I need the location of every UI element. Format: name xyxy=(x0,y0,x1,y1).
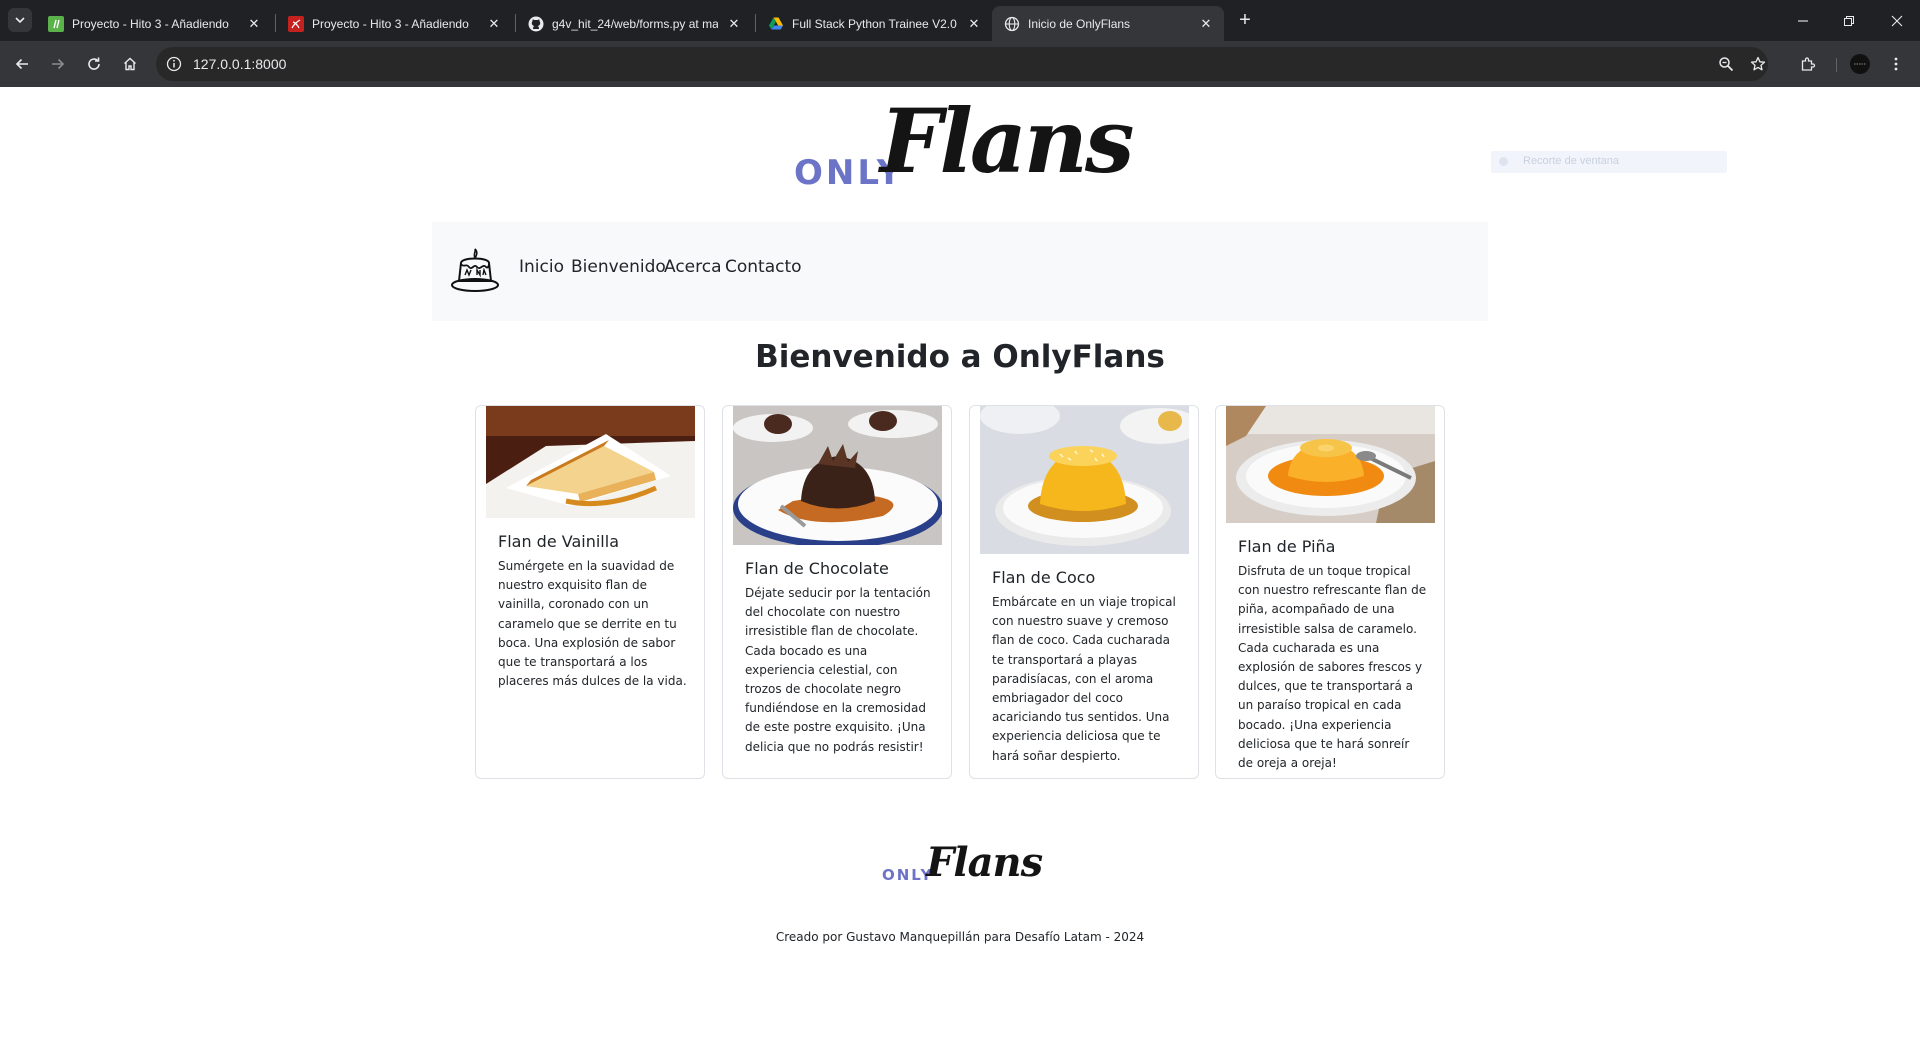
url-text[interactable]: 127.0.0.1:8000 xyxy=(193,47,286,81)
page-title: Bienvenido a OnlyFlans xyxy=(755,339,1165,375)
footer-logo: ONLY Flans xyxy=(882,839,1043,892)
close-window-button[interactable] xyxy=(1874,0,1920,41)
close-icon[interactable]: ✕ xyxy=(1198,16,1214,32)
browser-tab[interactable]: g4v_hit_24/web/forms.py at ma ✕ xyxy=(516,6,752,41)
nav-link-acerca[interactable]: Acerca xyxy=(664,257,722,277)
card-description: Embárcate en un viaje tropical con nuest… xyxy=(992,595,1176,763)
card-description: Disfruta de un toque tropical con nuestr… xyxy=(1238,564,1427,771)
browser-tab[interactable]: Full Stack Python Trainee V2.0 ✕ xyxy=(756,6,992,41)
home-button[interactable] xyxy=(116,50,144,78)
flan-chocolate-image xyxy=(733,406,942,545)
browser-tab[interactable]: Proyecto - Hito 3 - Añadiendo ✕ xyxy=(36,6,272,41)
tab-title: g4v_hit_24/web/forms.py at ma xyxy=(552,16,718,31)
bookmark-star-icon[interactable] xyxy=(1746,52,1770,76)
new-tab-button[interactable]: + xyxy=(1232,8,1258,34)
tab-title: Proyecto - Hito 3 - Añadiendo xyxy=(72,16,229,31)
globe-icon xyxy=(1004,16,1020,32)
browser-tab-active[interactable]: Inicio de OnlyFlans ✕ xyxy=(992,6,1224,41)
tab-title: Proyecto - Hito 3 - Añadiendo xyxy=(312,16,469,31)
reload-button[interactable] xyxy=(80,50,108,78)
back-button[interactable] xyxy=(8,50,36,78)
browser-tab-strip: Proyecto - Hito 3 - Añadiendo ✕ Proyecto… xyxy=(0,0,1920,41)
flan-pina-image xyxy=(1226,406,1435,523)
site-navbar: Inicio Bienvenido Acerca Contacto xyxy=(432,222,1488,321)
forward-button[interactable] xyxy=(44,50,72,78)
restore-button[interactable] xyxy=(1826,0,1872,41)
card-title: Flan de Piña xyxy=(1238,537,1336,556)
chevron-down-icon xyxy=(15,17,25,24)
footer-credit: Creado por Gustavo Manquepillán para Des… xyxy=(775,930,1145,944)
toolbar-divider xyxy=(1836,58,1837,72)
flan-brand-icon[interactable] xyxy=(450,246,500,294)
browser-toolbar: 127.0.0.1:8000 xyxy=(0,41,1920,87)
menu-kebab-icon[interactable] xyxy=(1884,52,1908,76)
site-logo[interactable]: ONLY Flans xyxy=(790,89,1134,199)
reload-icon xyxy=(88,57,100,70)
close-icon xyxy=(1891,15,1903,26)
nav-link-bienvenido[interactable]: Bienvenido xyxy=(571,257,666,277)
logo-flans-text: Flans xyxy=(880,89,1134,193)
card-title: Flan de Vainilla xyxy=(498,532,619,551)
card-title: Flan de Chocolate xyxy=(745,559,889,578)
close-icon[interactable]: ✕ xyxy=(966,16,982,32)
flan-coco-image xyxy=(980,406,1189,554)
address-bar[interactable]: 127.0.0.1:8000 xyxy=(156,47,1768,81)
close-icon[interactable]: ✕ xyxy=(726,16,742,32)
nav-link-inicio[interactable]: Inicio xyxy=(519,257,564,277)
flan-card: Flan de Vainilla Sumérgete en la suavida… xyxy=(475,405,705,779)
github-icon xyxy=(528,16,544,32)
snipping-overlay-label: Recorte de ventana xyxy=(1523,155,1620,167)
web-page: ONLY Flans Recorte de ventana Inicio Bie… xyxy=(0,87,1920,1040)
flan-vainilla-image xyxy=(486,406,695,518)
minimize-icon xyxy=(1798,19,1808,22)
close-icon[interactable]: ✕ xyxy=(246,16,262,32)
profile-avatar-icon[interactable] xyxy=(1848,52,1872,76)
card-description: Sumérgete en la suavidad de nuestro exqu… xyxy=(498,559,687,689)
tab-search-button[interactable] xyxy=(8,8,32,32)
pdf-icon xyxy=(288,15,304,32)
card-description: Déjate seducir por la tentación del choc… xyxy=(745,586,931,754)
tab-title: Full Stack Python Trainee V2.0 xyxy=(792,16,957,31)
flan-card: Flan de Chocolate Déjate seducir por la … xyxy=(722,405,952,779)
flan-card: Flan de Piña Disfruta de un toque tropic… xyxy=(1215,405,1445,779)
google-drive-icon xyxy=(768,16,784,32)
close-icon[interactable]: ✕ xyxy=(486,16,502,32)
arrow-right-icon xyxy=(52,58,65,70)
tab-title: Inicio de OnlyFlans xyxy=(1028,16,1131,31)
green-app-icon xyxy=(48,15,64,32)
footer-logo-flans-text: Flans xyxy=(926,839,1043,886)
restore-icon xyxy=(1844,15,1854,26)
zoom-icon[interactable] xyxy=(1714,52,1738,76)
nav-link-contacto[interactable]: Contacto xyxy=(725,257,802,277)
minimize-button[interactable] xyxy=(1780,0,1826,41)
site-info-icon[interactable] xyxy=(166,56,182,77)
record-dot-icon xyxy=(1499,157,1508,166)
arrow-left-icon xyxy=(15,58,28,70)
card-title: Flan de Coco xyxy=(992,568,1096,587)
browser-tab[interactable]: Proyecto - Hito 3 - Añadiendo ✕ xyxy=(276,6,512,41)
extensions-puzzle-icon[interactable] xyxy=(1796,52,1820,76)
home-icon xyxy=(124,57,136,71)
flan-card: Flan de Coco Embárcate en un viaje tropi… xyxy=(969,405,1199,779)
snipping-overlay: Recorte de ventana xyxy=(1491,151,1727,173)
